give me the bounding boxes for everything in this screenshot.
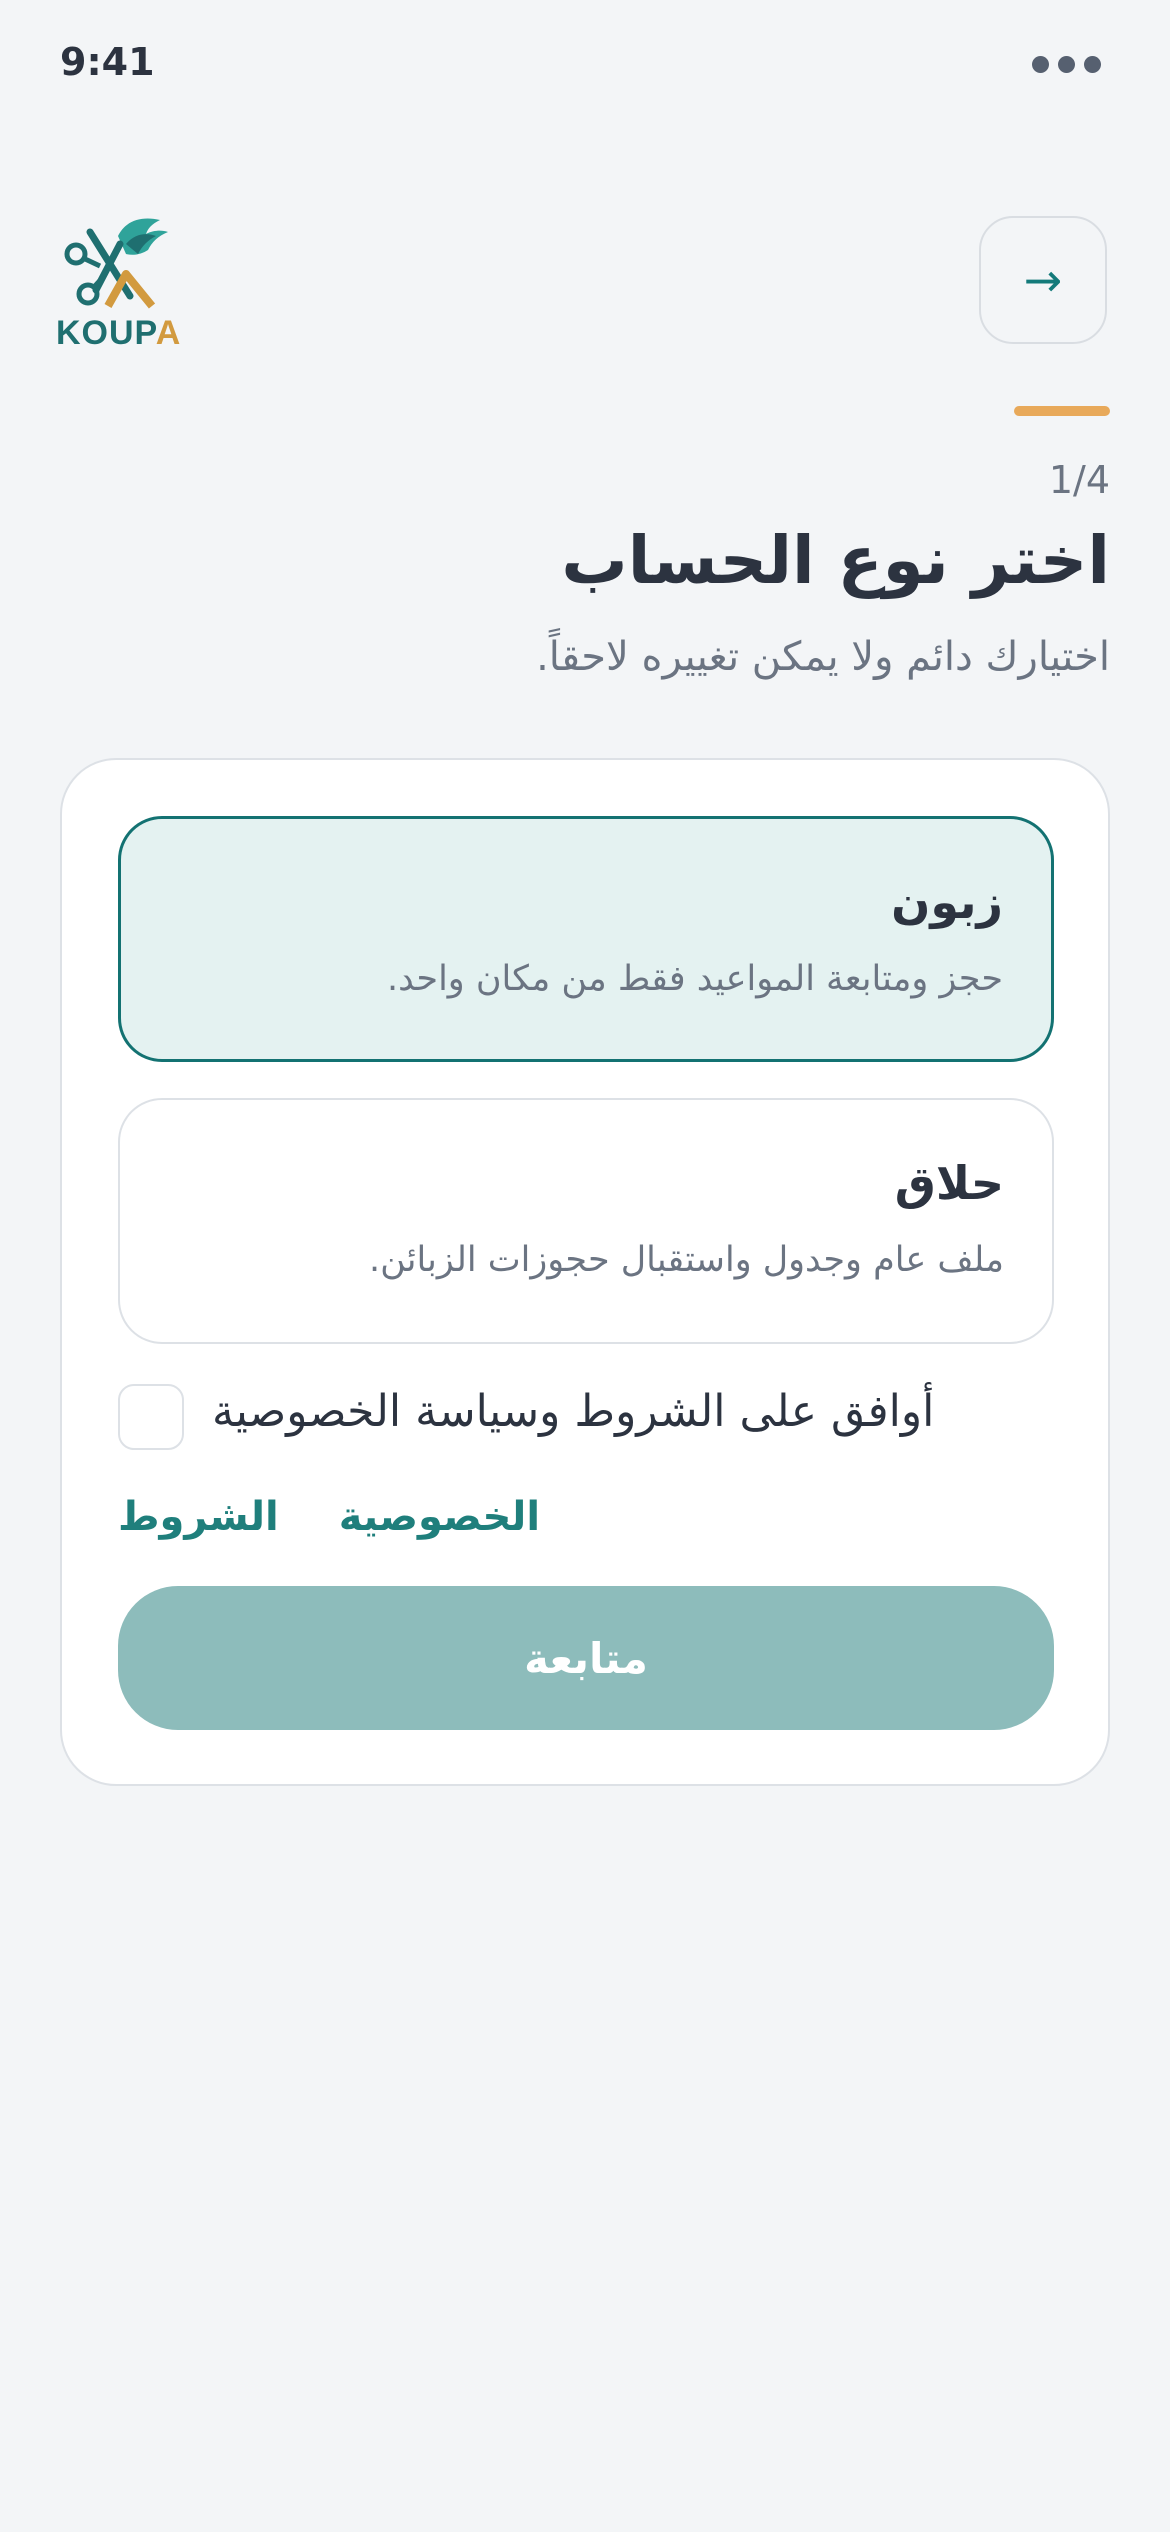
page-title: اختر نوع الحساب bbox=[561, 522, 1110, 599]
agreement-row: أوافق على الشروط وسياسة الخصوصية bbox=[118, 1384, 1054, 1450]
terms-link[interactable]: الشروط bbox=[118, 1494, 279, 1550]
koupa-logo: KOUPA bbox=[56, 214, 192, 354]
logo-wordmark: KOUPA bbox=[56, 314, 182, 352]
option-customer[interactable]: زبون حجز ومتابعة المواعيد فقط من مكان وا… bbox=[118, 816, 1054, 1062]
status-time: 9:41 bbox=[60, 40, 155, 84]
progress-bar bbox=[1014, 406, 1110, 416]
page-subtitle: اختيارك دائم ولا يمكن تغييره لاحقاً. bbox=[536, 634, 1110, 680]
step-counter: 1/4 bbox=[1048, 458, 1110, 502]
arrow-right-icon: → bbox=[1023, 253, 1063, 307]
option-description: حجز ومتابعة المواعيد فقط من مكان واحد. bbox=[386, 959, 1003, 999]
back-button[interactable]: → bbox=[979, 216, 1107, 344]
continue-button[interactable]: متابعة bbox=[118, 1586, 1054, 1730]
scissors-logo-icon bbox=[64, 218, 168, 309]
agree-label[interactable]: أوافق على الشروط وسياسة الخصوصية bbox=[212, 1386, 934, 1437]
option-barber[interactable]: حلاق ملف عام وجدول واستقبال حجوزات الزبا… bbox=[118, 1098, 1054, 1344]
option-title: حلاق bbox=[894, 1156, 1004, 1210]
privacy-link[interactable]: الخصوصية bbox=[339, 1494, 540, 1550]
agree-checkbox[interactable] bbox=[118, 1384, 184, 1450]
account-type-card: زبون حجز ومتابعة المواعيد فقط من مكان وا… bbox=[60, 758, 1110, 1786]
option-title: زبون bbox=[891, 875, 1003, 929]
legal-links: الشروط الخصوصية bbox=[118, 1494, 540, 1550]
option-description: ملف عام وجدول واستقبال حجوزات الزبائن. bbox=[368, 1240, 1004, 1280]
more-options-icon[interactable] bbox=[1032, 56, 1101, 73]
